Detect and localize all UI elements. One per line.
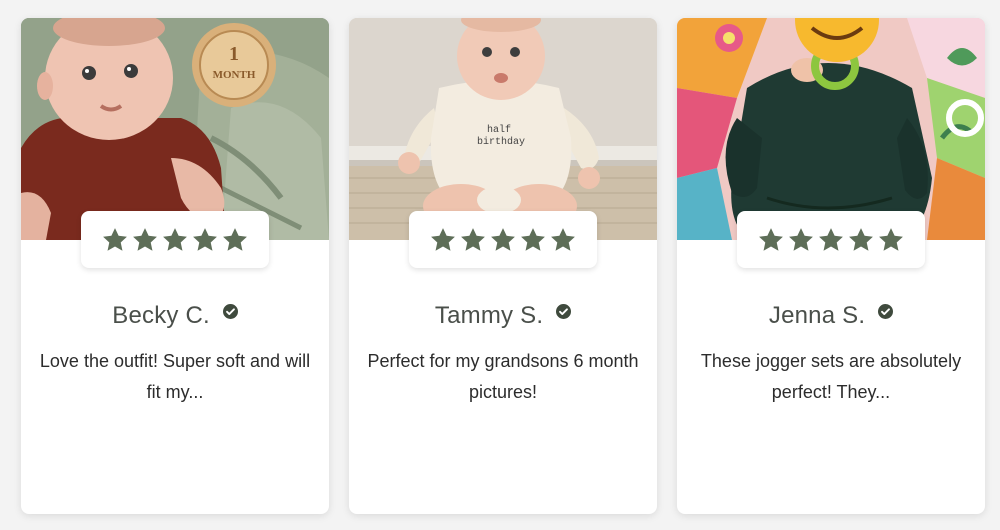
star-icon <box>461 227 485 251</box>
star-icon <box>491 227 515 251</box>
star-icon <box>819 227 843 251</box>
badge-number: 1 <box>229 43 239 65</box>
review-card[interactable]: 1 MONTH Becky C. Love the outfit! Super … <box>21 18 329 514</box>
star-icon <box>551 227 575 251</box>
star-rating <box>409 211 597 268</box>
shirt-text-line1: half <box>487 124 511 136</box>
star-icon <box>431 227 455 251</box>
star-icon <box>223 227 247 251</box>
star-icon <box>193 227 217 251</box>
star-icon <box>849 227 873 251</box>
star-icon <box>133 227 157 251</box>
star-icon <box>759 227 783 251</box>
reviewer-name: Tammy S. <box>434 302 544 329</box>
review-photo[interactable] <box>677 18 985 240</box>
star-icon <box>879 227 903 251</box>
review-photo[interactable]: half birthday <box>349 18 657 240</box>
star-icon <box>521 227 545 251</box>
baby-photo-icon: half birthday <box>349 18 657 240</box>
reviewer-name: Jenna S. <box>768 302 866 329</box>
verified-check-icon <box>222 304 238 319</box>
review-card[interactable]: half birthday Tammy S. Perfect for my gr… <box>349 18 657 514</box>
star-icon <box>103 227 127 251</box>
reviews-row: 1 MONTH Becky C. Love the outfit! Super … <box>0 0 1000 530</box>
reviewer-name-line: Tammy S. <box>349 302 657 330</box>
review-photo[interactable]: 1 MONTH <box>21 18 329 240</box>
review-card[interactable]: Jenna S. These jogger sets are absolutel… <box>677 18 985 514</box>
verified-check-icon <box>878 304 894 319</box>
reviewer-name: Becky C. <box>112 302 210 329</box>
reviewer-name-line: Jenna S. <box>677 302 985 330</box>
star-icon <box>789 227 813 251</box>
baby-photo-icon: 1 MONTH <box>21 18 329 240</box>
review-text: Perfect for my grandsons 6 month picture… <box>367 351 639 402</box>
star-icon <box>163 227 187 251</box>
badge-label: MONTH <box>213 69 256 81</box>
reviewer-name-line: Becky C. <box>21 302 329 330</box>
verified-check-icon <box>556 304 572 319</box>
star-rating <box>81 211 269 268</box>
review-text: Love the outfit! Super soft and will fit… <box>39 351 311 402</box>
shirt-text-line2: birthday <box>477 136 525 148</box>
star-rating <box>737 211 925 268</box>
review-text: These jogger sets are absolutely perfect… <box>700 351 962 402</box>
baby-photo-icon <box>677 18 985 240</box>
